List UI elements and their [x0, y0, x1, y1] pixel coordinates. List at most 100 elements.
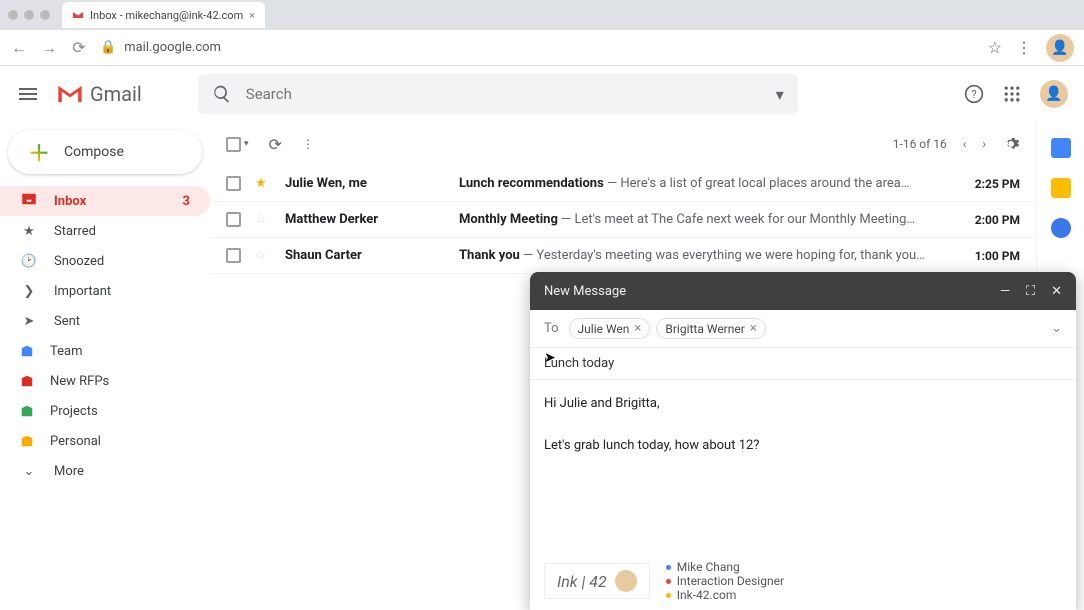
sidebar-item-more[interactable]: ⌄More: [0, 456, 210, 486]
star-icon[interactable]: ☆: [255, 212, 271, 227]
search-input[interactable]: [246, 85, 762, 103]
email-row[interactable]: ☆ Matthew Derker Monthly Meeting — Let's m…: [210, 202, 1036, 238]
timestamp: 2:25 PM: [975, 177, 1020, 191]
sig-site: Ink-42.com: [677, 588, 737, 602]
signature-avatar: [615, 570, 637, 592]
next-page-icon[interactable]: ›: [982, 137, 986, 151]
select-all-checkbox[interactable]: ▾: [226, 137, 249, 152]
close-compose-icon[interactable]: ✕: [1051, 284, 1062, 299]
sidebar-item-inbox[interactable]: Inbox 3: [0, 186, 210, 216]
compose-window: New Message — ⛶ ✕ To Julie Wen×Brigitta …: [530, 272, 1076, 610]
cursor-icon: ➤: [544, 350, 556, 366]
star-icon[interactable]: ★: [255, 176, 271, 191]
sidebar-item-new-rfps[interactable]: New RFPs: [0, 366, 210, 396]
chip-label: Julie Wen: [578, 322, 630, 336]
body-line: Let's grab lunch today, how about 12?: [544, 436, 1062, 457]
sidebar-item-sent[interactable]: ➤Sent: [0, 306, 210, 336]
recipient-chip[interactable]: Brigitta Werner ×: [656, 318, 765, 339]
sidebar-item-personal[interactable]: Personal: [0, 426, 210, 456]
signature: Ink | 42 Mike Chang Interaction Designer…: [544, 552, 784, 610]
plus-icon: ＋: [28, 136, 50, 168]
support-icon[interactable]: ?: [964, 84, 984, 104]
list-toolbar: ▾ ⟳ ⋮ 1-16 of 16 ‹ ›: [210, 122, 1036, 166]
keep-addon-icon[interactable]: [1051, 178, 1071, 198]
timestamp: 2:00 PM: [975, 213, 1020, 227]
subject-snippet: Thank you — Yesterday's meeting was ever…: [459, 248, 961, 263]
refresh-icon[interactable]: ⟳: [269, 135, 282, 154]
chrome-menu-icon[interactable]: ⋮: [1016, 38, 1032, 57]
sender: Matthew Derker: [285, 212, 445, 227]
gmail-logo-text: Gmail: [90, 82, 142, 106]
sidebar-item-snoozed[interactable]: 🕑Snoozed: [0, 246, 210, 276]
prev-page-icon[interactable]: ‹: [963, 137, 967, 151]
email-row[interactable]: ☆ Shaun Carter Thank you — Yesterday's mee…: [210, 238, 1036, 274]
close-tab-icon[interactable]: ×: [249, 9, 255, 22]
calendar-addon-icon[interactable]: [1051, 138, 1071, 158]
subject-snippet: Monthly Meeting — Let's meet at The Cafe…: [459, 212, 961, 227]
apps-grid-icon[interactable]: [1002, 84, 1022, 104]
sidebar-label: Projects: [50, 404, 98, 419]
account-avatar[interactable]: 👤: [1040, 80, 1068, 108]
sidebar-label: Sent: [54, 314, 80, 329]
fullscreen-icon[interactable]: ⛶: [1026, 284, 1035, 299]
compose-button[interactable]: ＋ Compose: [8, 130, 202, 174]
compose-title: New Message: [544, 284, 626, 299]
gmail-logo[interactable]: Gmail: [56, 82, 142, 106]
settings-gear-icon[interactable]: [1002, 135, 1020, 153]
sidebar-label: More: [54, 464, 84, 479]
sender: Shaun Carter: [285, 248, 445, 263]
to-label: To: [544, 321, 559, 336]
row-checkbox[interactable]: [226, 176, 241, 191]
main-menu-icon[interactable]: [16, 82, 40, 106]
sidebar-label: Starred: [54, 224, 96, 239]
more-actions-icon[interactable]: ⋮: [302, 137, 314, 151]
sidebar-label: Snoozed: [54, 254, 104, 269]
unread-count: 3: [183, 194, 190, 209]
expand-recipients-icon[interactable]: ⌄: [1051, 321, 1062, 336]
gmail-favicon: [72, 9, 84, 21]
window-controls[interactable]: [8, 10, 50, 20]
compose-header[interactable]: New Message — ⛶ ✕: [530, 272, 1076, 310]
body-line: Hi Julie and Brigitta,: [544, 394, 1062, 415]
compose-label: Compose: [64, 144, 124, 160]
bookmark-star-icon[interactable]: ☆: [988, 38, 1002, 57]
gmail-header: Gmail ▾ ? 👤: [0, 66, 1084, 122]
chip-label: Brigitta Werner: [665, 322, 744, 336]
sidebar-item-important[interactable]: ❯Important: [0, 276, 210, 306]
search-icon: [212, 84, 232, 104]
back-button[interactable]: ←: [10, 38, 28, 58]
signature-card: Ink | 42: [544, 563, 650, 599]
gmail-logo-icon: [56, 83, 84, 105]
sidebar-label: Personal: [50, 434, 101, 449]
subject-field[interactable]: Lunch today: [530, 348, 1076, 380]
recipient-chip[interactable]: Julie Wen ×: [569, 318, 651, 339]
sidebar-item-team[interactable]: Team: [0, 336, 210, 366]
row-checkbox[interactable]: [226, 212, 241, 227]
reload-button[interactable]: ⟳: [70, 38, 88, 57]
sidebar-label: Inbox: [54, 194, 86, 209]
browser-toolbar: ← → ⟳ 🔒 mail.google.com ☆ ⋮ 👤: [0, 30, 1084, 66]
address-bar[interactable]: 🔒 mail.google.com: [100, 40, 976, 55]
minimize-icon[interactable]: —: [1000, 284, 1010, 299]
browser-tab[interactable]: Inbox - mikechang@ink-42.com ×: [62, 2, 265, 28]
forward-button[interactable]: →: [40, 38, 58, 58]
star-icon[interactable]: ☆: [255, 248, 271, 263]
chrome-profile-avatar[interactable]: 👤: [1046, 34, 1074, 62]
lock-icon: 🔒: [100, 40, 116, 55]
email-row[interactable]: ★Julie Wen, meLunch recommendations — He…: [210, 166, 1036, 202]
sidebar-item-starred[interactable]: ★Starred: [0, 216, 210, 246]
search-dropdown-icon[interactable]: ▾: [776, 85, 784, 104]
svg-text:?: ?: [971, 88, 976, 101]
sender: Julie Wen, me: [285, 176, 445, 191]
row-checkbox[interactable]: [226, 248, 241, 263]
browser-tab-strip: Inbox - mikechang@ink-42.com ×: [0, 0, 1084, 30]
sig-title: Interaction Designer: [677, 574, 784, 588]
sidebar-label: Team: [50, 344, 83, 359]
recipients-row[interactable]: To Julie Wen × Brigitta Werner × ⌄: [530, 310, 1076, 348]
remove-chip-icon[interactable]: ×: [634, 321, 641, 336]
search-box[interactable]: ▾: [198, 74, 798, 114]
tasks-addon-icon[interactable]: [1051, 218, 1071, 238]
sidebar-item-projects[interactable]: Projects: [0, 396, 210, 426]
remove-chip-icon[interactable]: ×: [750, 321, 757, 336]
sidebar-label: New RFPs: [50, 374, 109, 389]
